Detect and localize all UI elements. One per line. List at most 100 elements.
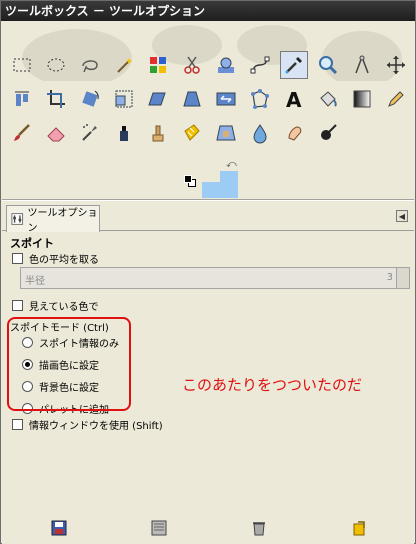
swap-colors-icon[interactable]: ⤺ <box>226 159 237 170</box>
average-checkbox-row[interactable]: 色の平均を取る <box>12 251 99 266</box>
tool-button-pencil[interactable] <box>382 85 410 113</box>
select-by-color-icon <box>150 57 166 73</box>
info-window-checkbox[interactable] <box>12 419 23 430</box>
ink-icon <box>120 126 128 141</box>
reset-options-button[interactable] <box>350 519 368 537</box>
dock-tabbar: ツールオプション ◀ <box>2 201 414 234</box>
tool-button-foreground-select[interactable] <box>212 51 240 79</box>
paintbrush-icon <box>14 124 30 141</box>
shear-icon <box>148 92 166 106</box>
tool-button-paths[interactable] <box>246 51 274 79</box>
window-title: ツールボックス － ツールオプション <box>1 1 415 21</box>
measure-icon <box>355 55 369 74</box>
tool-button-rotate[interactable] <box>76 85 104 113</box>
tool-button-eraser[interactable] <box>42 119 70 147</box>
blur-icon <box>253 124 267 144</box>
ellipse-select-icon <box>47 58 65 72</box>
flip-icon <box>216 92 236 106</box>
tool-options-dock: ツールオプション ◀ スポイト 色の平均を取る 半径 3 見えている色で スポイ… <box>2 201 414 544</box>
tool-button-clone[interactable] <box>144 119 172 147</box>
delete-options-icon <box>253 522 265 536</box>
cage-transform-icon <box>251 89 269 109</box>
radius-value: 3 <box>386 272 393 283</box>
tool-button-text[interactable]: A <box>280 85 308 113</box>
clone-icon <box>152 125 164 142</box>
crop-icon <box>47 90 65 108</box>
delete-options-button[interactable] <box>250 519 268 537</box>
move-icon <box>387 56 405 74</box>
tool-button-select-by-color[interactable] <box>144 51 172 79</box>
active-image-preview-notch <box>202 171 220 182</box>
sample-merged-checkbox[interactable] <box>12 300 23 311</box>
tab-tool-options[interactable]: ツールオプション <box>6 205 100 234</box>
tool-button-zoom[interactable] <box>314 51 342 79</box>
scissors-icon <box>184 56 200 74</box>
save-options-button[interactable] <box>50 519 68 537</box>
restore-options-button[interactable] <box>150 519 168 537</box>
tool-button-rect-select[interactable] <box>8 51 36 79</box>
rotate-icon <box>82 90 99 107</box>
foreground-select-icon <box>218 57 234 73</box>
tool-button-flip[interactable] <box>212 85 240 113</box>
tool-button-ellipse-select[interactable] <box>42 51 70 79</box>
tool-button-dodge-burn[interactable] <box>314 119 342 147</box>
restore-options-icon <box>151 520 167 536</box>
eraser-icon <box>47 127 65 142</box>
annotation-highlight-box <box>7 317 131 411</box>
tool-button-magic-wand[interactable] <box>110 51 138 79</box>
text-icon: A <box>286 88 302 110</box>
airbrush-icon <box>82 124 97 141</box>
perspective-icon <box>183 91 201 107</box>
zoom-icon <box>319 56 338 75</box>
align-icon <box>15 91 29 106</box>
tool-button-color-picker[interactable] <box>280 51 308 79</box>
tool-button-measure[interactable] <box>348 51 376 79</box>
tool-options-icon <box>11 213 24 225</box>
radius-label: 半径 <box>25 276 45 287</box>
heal-icon <box>184 124 200 141</box>
rect-select-icon <box>13 58 31 72</box>
tab-menu-button[interactable]: ◀ <box>396 210 408 222</box>
sample-merged-label: 見えている色で <box>29 302 99 313</box>
tool-button-shear[interactable] <box>144 85 172 113</box>
info-window-row[interactable]: 情報ウィンドウを使用 (Shift) <box>12 417 163 432</box>
tool-button-lasso[interactable] <box>76 51 104 79</box>
panel-title: スポイト <box>10 237 54 250</box>
tool-button-heal[interactable] <box>178 119 206 147</box>
gradient-icon <box>353 90 371 108</box>
scale-icon <box>115 90 133 108</box>
tool-button-gradient[interactable] <box>348 85 376 113</box>
svg-text:A: A <box>286 88 302 110</box>
radius-spin-button[interactable] <box>396 268 409 288</box>
tool-button-scale[interactable] <box>110 85 138 113</box>
average-label: 色の平均を取る <box>29 255 99 266</box>
pencil-icon <box>388 91 404 107</box>
tool-button-paintbrush[interactable] <box>8 119 36 147</box>
sample-merged-row[interactable]: 見えている色で <box>12 298 99 313</box>
tool-button-cage-transform[interactable] <box>246 85 274 113</box>
bucket-fill-icon <box>320 91 337 107</box>
perspective-clone-icon <box>216 125 236 141</box>
tool-button-ink[interactable] <box>110 119 138 147</box>
radius-slider[interactable]: 半径 3 <box>20 267 410 289</box>
tool-button-smudge[interactable] <box>280 119 308 147</box>
toolbox-window: ツールボックス － ツールオプション A ⤺ ツールオプション ◀ スポイト 色… <box>0 0 416 544</box>
average-checkbox[interactable] <box>12 253 23 264</box>
tool-button-airbrush[interactable] <box>76 119 104 147</box>
tool-button-align[interactable] <box>8 85 36 113</box>
tool-button-crop[interactable] <box>42 85 70 113</box>
lasso-icon <box>82 60 98 73</box>
tab-label: ツールオプション <box>27 208 98 234</box>
color-picker-icon <box>285 57 302 74</box>
tool-button-perspective[interactable] <box>178 85 206 113</box>
tool-button-blur[interactable] <box>246 119 274 147</box>
tool-button-scissors[interactable] <box>178 51 206 79</box>
tool-button-perspective-clone[interactable] <box>212 119 240 147</box>
options-button-bar <box>2 515 414 543</box>
tool-button-move[interactable] <box>382 51 410 79</box>
toolbox-panel: A ⤺ <box>2 21 414 199</box>
smudge-icon <box>288 126 302 141</box>
foreground-color-swatch[interactable] <box>184 175 192 183</box>
tool-button-bucket-fill[interactable] <box>314 85 342 113</box>
info-window-label: 情報ウィンドウを使用 (Shift) <box>29 421 163 432</box>
